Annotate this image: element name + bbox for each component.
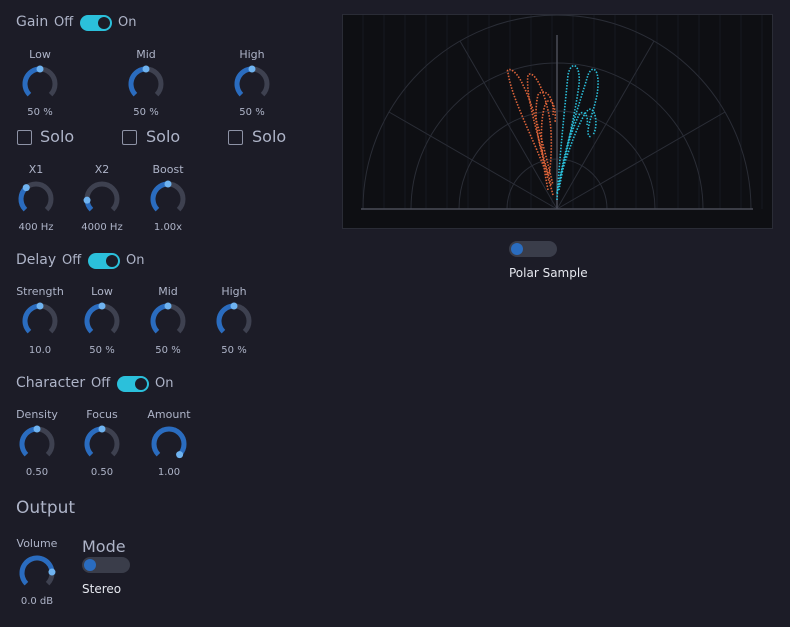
delay-mid-knob[interactable] (148, 301, 188, 341)
polar-scope (342, 14, 773, 229)
knob-indicator (36, 65, 44, 73)
delay-strength-knob[interactable] (20, 301, 60, 341)
knob-indicator (164, 180, 172, 188)
crossover-x1-value: 400 Hz (18, 222, 54, 233)
delay-low-value: 50 % (89, 345, 115, 356)
solo-low-label: Solo (40, 127, 75, 146)
delay-mid-value: 50 % (155, 345, 181, 356)
character-off-label: Off (91, 376, 111, 391)
gain-on-label: On (118, 15, 137, 30)
solo-high-label: Solo (252, 127, 287, 146)
mode-toggle[interactable] (82, 557, 130, 573)
crossover-x1-knob[interactable] (16, 179, 56, 219)
volume-value: 0.0 dB (20, 596, 54, 607)
solo-mid-label: Solo (146, 127, 181, 146)
gain-high-value: 50 % (239, 107, 265, 118)
character-focus-value: 0.50 (90, 467, 114, 478)
volume-knob[interactable] (17, 553, 57, 593)
gain-low-knob[interactable] (20, 64, 60, 104)
knob-indicator (98, 302, 106, 310)
gain-high-knob[interactable] (232, 64, 272, 104)
gain-mid-label: Mid (136, 48, 156, 61)
knob-indicator (36, 302, 44, 310)
polar-sample-toggle[interactable] (509, 241, 557, 257)
delay-high-value: 50 % (221, 345, 247, 356)
output-title: Output (16, 498, 76, 518)
character-amount-value: 1.00 (157, 467, 181, 478)
character-focus-knob[interactable] (82, 424, 122, 464)
gain-mid-value: 50 % (133, 107, 159, 118)
volume-label: Volume (16, 537, 58, 550)
delay-mid-label: Mid (158, 285, 178, 298)
character-focus-label: Focus (86, 408, 118, 421)
crossover-x2-label: X2 (94, 163, 110, 176)
character-amount-knob[interactable] (149, 424, 189, 464)
delay-low-label: Low (91, 285, 113, 298)
knob-indicator (83, 196, 91, 204)
crossover-boost-value: 1.00x (153, 222, 183, 233)
gain-off-label: Off (54, 15, 74, 30)
delay-high-knob[interactable] (214, 301, 254, 341)
gain-low-label: Low (29, 48, 51, 61)
delay-low-knob[interactable] (82, 301, 122, 341)
knob-indicator (176, 451, 184, 459)
delay-high-label: High (221, 285, 247, 298)
character-density-label: Density (16, 408, 58, 421)
knob-indicator (230, 302, 238, 310)
delay-strength-value: 10.0 (28, 345, 52, 356)
polar-sample-label: Polar Sample (509, 266, 588, 280)
character-on-label: On (155, 376, 174, 391)
gain-low-value: 50 % (27, 107, 53, 118)
delay-strength-label: Strength (16, 285, 64, 298)
gain-toggle[interactable] (80, 15, 112, 31)
solo-low-checkbox[interactable] (17, 130, 32, 145)
knob-indicator (22, 184, 30, 192)
character-density-value: 0.50 (25, 467, 49, 478)
crossover-boost-knob[interactable] (148, 179, 188, 219)
delay-off-label: Off (62, 253, 82, 268)
character-toggle[interactable] (117, 376, 149, 392)
gain-mid-knob[interactable] (126, 64, 166, 104)
knob-indicator (48, 568, 56, 576)
knob-indicator (248, 65, 256, 73)
mode-value: Stereo (82, 582, 122, 596)
delay-title: Delay (16, 252, 57, 268)
knob-indicator (164, 302, 172, 310)
crossover-x2-knob[interactable] (82, 179, 122, 219)
crossover-boost-label: Boost (152, 163, 184, 176)
polar-plot (361, 14, 763, 210)
character-title: Character (16, 375, 86, 391)
character-amount-label: Amount (147, 408, 191, 421)
crossover-x2-value: 4000 Hz (81, 222, 123, 233)
gain-high-label: High (239, 48, 265, 61)
solo-high-checkbox[interactable] (228, 130, 243, 145)
mode-title: Mode (82, 537, 126, 556)
delay-toggle[interactable] (88, 253, 120, 269)
gain-title: Gain (16, 14, 49, 30)
knob-indicator (98, 425, 106, 433)
knob-indicator (142, 65, 150, 73)
crossover-x1-label: X1 (28, 163, 44, 176)
delay-on-label: On (126, 253, 145, 268)
polar-trace (506, 68, 554, 196)
character-density-knob[interactable] (17, 424, 57, 464)
solo-mid-checkbox[interactable] (122, 130, 137, 145)
knob-indicator (33, 425, 41, 433)
